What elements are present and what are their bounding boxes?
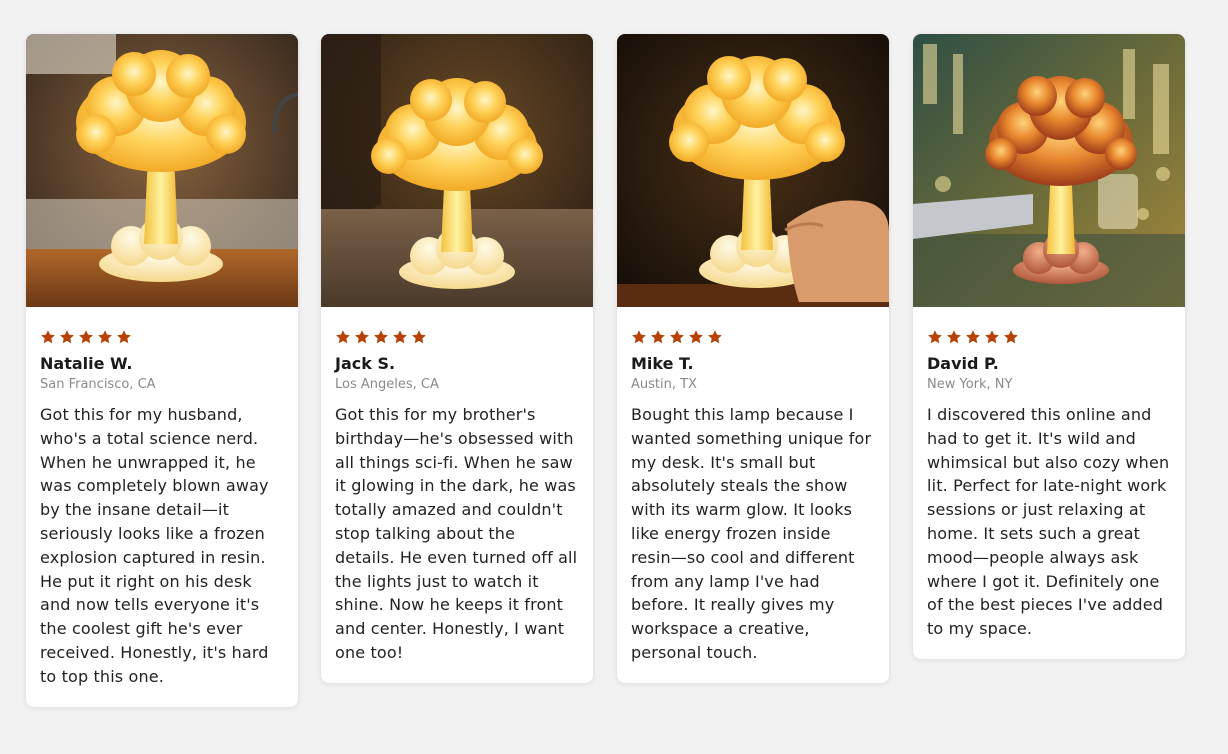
star-icon bbox=[689, 330, 703, 344]
review-card: David P. New York, NY I discovered this … bbox=[913, 34, 1185, 659]
star-icon bbox=[393, 330, 407, 344]
reviewer-name: Natalie W. bbox=[40, 354, 133, 373]
reviewer-name: Mike T. bbox=[631, 354, 694, 373]
review-body: David P. New York, NY I discovered this … bbox=[913, 307, 1185, 659]
star-icon bbox=[651, 330, 665, 344]
review-body: Mike T. Austin, TX Bought this lamp beca… bbox=[617, 307, 889, 683]
reviewer-location: San Francisco, CA bbox=[40, 377, 156, 392]
star-rating bbox=[335, 327, 579, 347]
review-body: Jack S. Los Angeles, CA Got this for my … bbox=[321, 307, 593, 683]
review-card: Jack S. Los Angeles, CA Got this for my … bbox=[321, 34, 593, 683]
reviews-section: Natalie W. San Francisco, CA Got this fo… bbox=[0, 0, 1228, 754]
star-rating bbox=[927, 327, 1171, 347]
review-body: Natalie W. San Francisco, CA Got this fo… bbox=[26, 307, 298, 707]
star-icon bbox=[708, 330, 722, 344]
review-photo[interactable] bbox=[26, 34, 298, 307]
reviewer-name: Jack S. bbox=[335, 354, 396, 373]
star-icon bbox=[98, 330, 112, 344]
reviewer-location: Los Angeles, CA bbox=[335, 377, 439, 392]
review-text: I discovered this online and had to get … bbox=[927, 405, 1170, 639]
star-icon bbox=[670, 330, 684, 344]
star-icon bbox=[41, 330, 55, 344]
review-card: Mike T. Austin, TX Bought this lamp beca… bbox=[617, 34, 889, 683]
review-text: Got this for my husband, who's a total s… bbox=[40, 405, 269, 686]
reviewer-name: David P. bbox=[927, 354, 999, 373]
star-icon bbox=[985, 330, 999, 344]
reviewer-location: New York, NY bbox=[927, 377, 1013, 392]
review-photo[interactable] bbox=[617, 34, 889, 307]
star-rating bbox=[40, 327, 284, 347]
star-icon bbox=[60, 330, 74, 344]
review-text: Got this for my brother's birthday—he's … bbox=[335, 405, 578, 662]
star-icon bbox=[1004, 330, 1018, 344]
review-photo[interactable] bbox=[321, 34, 593, 307]
star-icon bbox=[412, 330, 426, 344]
star-icon bbox=[947, 330, 961, 344]
star-icon bbox=[966, 330, 980, 344]
review-text: Bought this lamp because I wanted someth… bbox=[631, 405, 872, 662]
star-icon bbox=[374, 330, 388, 344]
star-rating bbox=[631, 327, 875, 347]
reviewer-location: Austin, TX bbox=[631, 377, 697, 392]
review-photo[interactable] bbox=[913, 34, 1185, 307]
star-icon bbox=[632, 330, 646, 344]
star-icon bbox=[117, 330, 131, 344]
star-icon bbox=[928, 330, 942, 344]
review-card: Natalie W. San Francisco, CA Got this fo… bbox=[26, 34, 298, 707]
star-icon bbox=[355, 330, 369, 344]
star-icon bbox=[336, 330, 350, 344]
star-icon bbox=[79, 330, 93, 344]
